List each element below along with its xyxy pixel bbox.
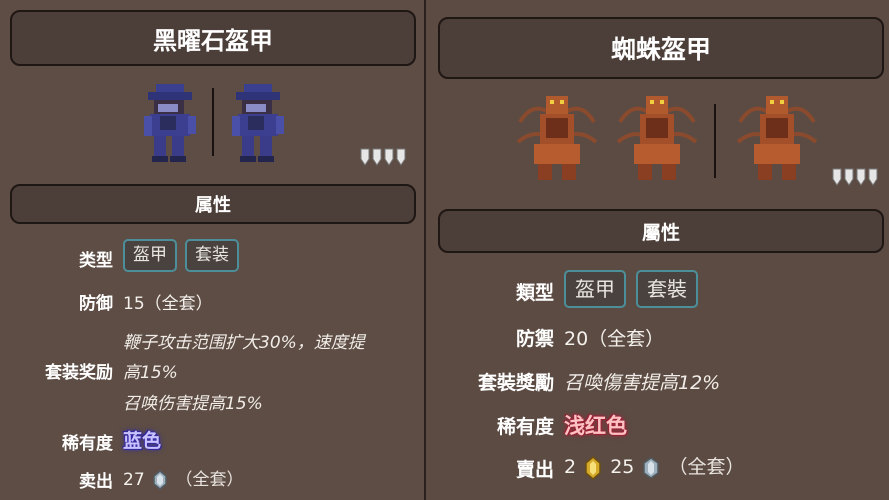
sell-silver-amount: 25 xyxy=(610,456,635,478)
obsidian-armor-panel: 黑曜石盔甲 属性 类型 盔甲 套装 防御 15（全套） 套装奖励 鞭子攻击范围扩… xyxy=(0,0,426,500)
sell-label: 賣出 xyxy=(515,459,554,481)
sprite-divider xyxy=(714,104,716,178)
spider-armor-title: 蜘蛛盔甲 xyxy=(438,17,884,79)
type-tags: 盔甲 套装 xyxy=(123,239,247,272)
rarity-value: 蓝色 xyxy=(123,430,162,452)
rarity-label: 稀有度 xyxy=(62,434,113,454)
sprite-divider xyxy=(212,88,214,156)
rarity-value: 浅红色 xyxy=(564,414,627,438)
defense-shield-icons xyxy=(832,168,878,186)
type-tag-armor[interactable]: 盔甲 xyxy=(564,270,626,308)
shield-icon xyxy=(856,168,866,186)
sell-label: 卖出 xyxy=(79,472,113,492)
rarity-label: 稀有度 xyxy=(496,416,554,438)
defense-label: 防禦 xyxy=(515,328,554,350)
defense-value: 20（全套） xyxy=(564,328,665,350)
spider-armor-panel: 蜘蛛盔甲 屬性 類型 盔甲 套裝 防禦 20（全套） 套裝獎勵 召喚傷害提高12… xyxy=(426,0,889,500)
shield-icon xyxy=(844,168,854,186)
set-bonus-line-1: 召喚傷害提高12% xyxy=(564,372,721,394)
type-tag-armor[interactable]: 盔甲 xyxy=(123,239,177,272)
type-tag-set[interactable]: 套装 xyxy=(185,239,239,272)
shield-icon xyxy=(384,148,394,166)
attributes-header: 屬性 xyxy=(438,209,884,253)
obsidian-armor-title: 黑曜石盔甲 xyxy=(10,10,416,66)
defense-shield-icons xyxy=(360,148,406,166)
type-tags: 盔甲 套裝 xyxy=(564,270,708,308)
silver-coin-icon xyxy=(643,456,660,479)
defense-value: 15（全套） xyxy=(123,294,213,314)
shield-icon xyxy=(868,168,878,186)
shield-icon xyxy=(396,148,406,166)
spider-armor-sprites xyxy=(426,90,889,190)
sell-note: （全套） xyxy=(668,456,745,478)
attributes-header: 属性 xyxy=(10,184,416,224)
shield-icon xyxy=(832,168,842,186)
gold-coin-icon xyxy=(585,455,601,480)
set-bonus-label: 套裝獎勵 xyxy=(477,372,554,394)
set-bonus-line-2: 高15% xyxy=(123,363,178,383)
shield-icon xyxy=(372,148,382,166)
set-bonus-line-1: 鞭子攻击范围扩大30%，速度提 xyxy=(123,333,365,353)
type-tag-set[interactable]: 套裝 xyxy=(636,270,698,308)
shield-icon xyxy=(360,148,370,166)
set-bonus-line-3: 召唤伤害提高15% xyxy=(123,394,263,414)
type-label: 类型 xyxy=(79,251,113,271)
sell-note: （全套） xyxy=(175,470,244,490)
silver-coin-icon xyxy=(153,470,167,490)
type-label: 類型 xyxy=(515,282,554,304)
sell-value: 27 （全套） xyxy=(123,465,243,490)
sell-value: 2 25 （全套） xyxy=(564,452,744,480)
set-bonus-label: 套装奖励 xyxy=(45,363,113,383)
defense-label: 防御 xyxy=(79,294,113,314)
sell-silver-amount: 27 xyxy=(123,470,145,490)
sell-gold-amount: 2 xyxy=(564,456,577,478)
